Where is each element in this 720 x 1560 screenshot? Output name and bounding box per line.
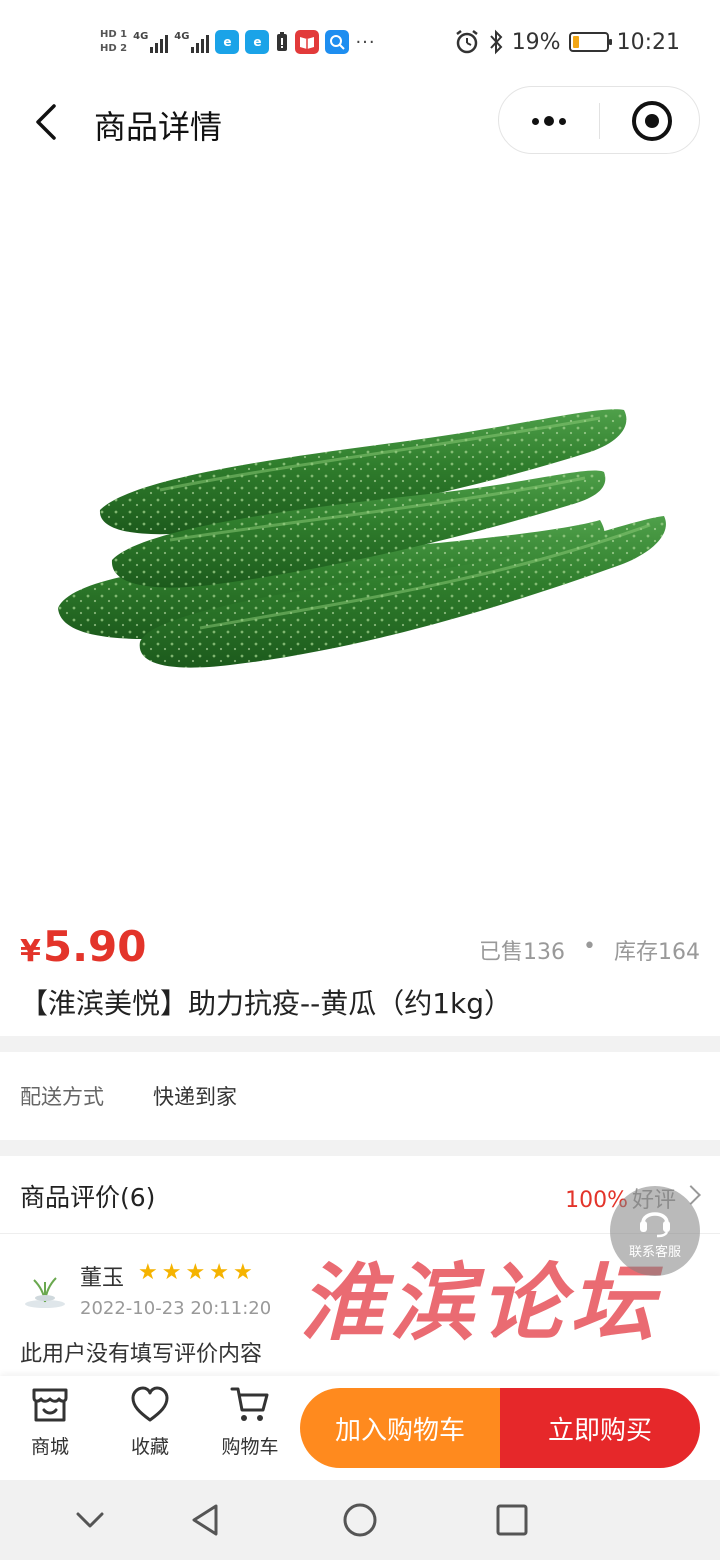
star-icon: ★ bbox=[138, 1260, 158, 1285]
store-icon bbox=[32, 1388, 68, 1422]
dot-icon bbox=[544, 116, 554, 126]
section-divider bbox=[0, 1140, 720, 1156]
miniprogram-capsule bbox=[498, 86, 700, 154]
status-bar: HD 1 HD 2 4G 4G e e ··· 19% 10:21 bbox=[0, 0, 720, 84]
star-icon: ★ bbox=[161, 1260, 182, 1285]
section-divider bbox=[0, 1036, 720, 1052]
status-left: HD 1 HD 2 4G 4G e e ··· bbox=[100, 20, 376, 64]
delivery-value: 快递到家 bbox=[153, 1085, 237, 1109]
stats-separator: • bbox=[583, 934, 596, 959]
review-text: 此用户没有填写评价内容 bbox=[20, 1342, 263, 1367]
review-date: 2022-10-23 20:11:20 bbox=[80, 1298, 272, 1319]
search-app-icon bbox=[325, 30, 350, 54]
battery-level bbox=[572, 36, 579, 48]
sales-stats: 已售136 • 库存164 bbox=[479, 934, 700, 966]
favorite-tab[interactable]: 收藏 bbox=[110, 1384, 190, 1459]
status-right: 19% 10:21 bbox=[454, 20, 680, 64]
price: ¥ 5.90 bbox=[20, 922, 147, 971]
delivery-row: 配送方式 快递到家 bbox=[0, 1052, 720, 1140]
signal-2-icon: 4G bbox=[174, 31, 210, 53]
reviews-title: 商品评价(6) bbox=[20, 1183, 156, 1212]
rating-stars: ★ ★ ★ ★ ★ bbox=[138, 1262, 253, 1284]
close-miniprogram-button[interactable] bbox=[632, 101, 672, 141]
hd1-label: HD 1 bbox=[100, 29, 128, 40]
cart-tab[interactable]: 购物车 bbox=[210, 1384, 290, 1459]
signal-1-icon: 4G bbox=[133, 31, 169, 53]
reviewer-name: 董玉 bbox=[80, 1266, 125, 1291]
sold-count: 已售136 bbox=[479, 940, 566, 965]
alarm-icon bbox=[455, 30, 478, 54]
dot-icon bbox=[559, 117, 566, 125]
shopping-cart-icon bbox=[230, 1387, 269, 1421]
net1-label: 4G bbox=[133, 31, 149, 42]
add-to-cart-button[interactable]: 加入购物车 bbox=[300, 1388, 500, 1468]
buy-now-button[interactable]: 立即购买 bbox=[500, 1388, 700, 1468]
target-icon bbox=[645, 114, 659, 128]
favorite-label: 收藏 bbox=[130, 1436, 169, 1458]
bottom-action-bar: 商城 收藏 购物车 加入购物车 立即购买 bbox=[0, 1376, 720, 1480]
nav-recents-icon[interactable] bbox=[492, 1500, 532, 1540]
headset-icon bbox=[640, 1211, 670, 1237]
more-menu-button[interactable] bbox=[527, 103, 571, 139]
dot-icon bbox=[532, 117, 539, 125]
shop-tab[interactable]: 商城 bbox=[10, 1384, 90, 1459]
nav-home-icon[interactable] bbox=[340, 1500, 380, 1540]
forum-watermark: 淮滨论坛 bbox=[300, 1253, 661, 1352]
star-icon: ★ bbox=[209, 1260, 229, 1285]
back-arrow-icon[interactable] bbox=[30, 100, 70, 144]
nav-bar: 商品详情 bbox=[0, 84, 720, 160]
app-e-icon: e bbox=[215, 30, 240, 54]
net2-label: 4G bbox=[174, 31, 190, 42]
cucumber-image bbox=[58, 409, 666, 668]
book-app-icon bbox=[295, 30, 320, 54]
star-icon: ★ bbox=[185, 1260, 206, 1285]
clock: 10:21 bbox=[616, 29, 680, 55]
customer-service-label: 联系客服 bbox=[628, 1244, 681, 1260]
hd2-label: HD 2 bbox=[100, 43, 128, 54]
delivery-label: 配送方式 bbox=[20, 1085, 104, 1109]
shop-label: 商城 bbox=[30, 1436, 69, 1458]
product-title: 【淮滨美悦】助力抗疫--黄瓜（约1kg） bbox=[20, 987, 513, 1020]
page-title: 商品详情 bbox=[94, 108, 223, 146]
hd-indicator: HD 1 HD 2 bbox=[100, 28, 127, 56]
battery-icon bbox=[568, 32, 612, 52]
cart-label: 购物车 bbox=[221, 1436, 279, 1458]
stock-count: 库存164 bbox=[614, 940, 700, 965]
app-e2-icon: e bbox=[245, 30, 270, 54]
bluetooth-icon bbox=[489, 29, 503, 55]
chevron-down-icon[interactable] bbox=[70, 1500, 110, 1540]
capsule-divider bbox=[599, 103, 600, 139]
customer-service-button[interactable]: 联系客服 bbox=[610, 1186, 700, 1276]
avatar bbox=[25, 1277, 65, 1308]
more-notifications-icon: ··· bbox=[355, 31, 376, 53]
product-image[interactable] bbox=[0, 160, 720, 920]
currency-symbol: ¥ bbox=[20, 934, 41, 969]
system-navigation-bar bbox=[0, 1480, 720, 1560]
nav-back-icon[interactable] bbox=[186, 1500, 226, 1540]
battery-saver-icon bbox=[277, 32, 288, 51]
product-detail-page: HD 1 HD 2 4G 4G e e ··· 19% 10:21 商品详情 ¥… bbox=[0, 0, 720, 1560]
star-icon: ★ bbox=[232, 1260, 253, 1285]
heart-icon bbox=[131, 1386, 169, 1422]
price-value: 5.90 bbox=[42, 922, 147, 971]
battery-percent: 19% bbox=[511, 29, 561, 55]
